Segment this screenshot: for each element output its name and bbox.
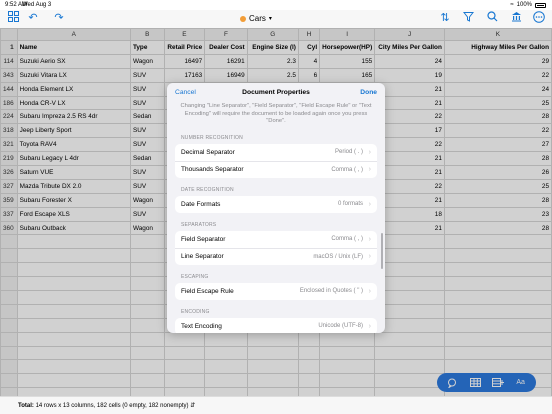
battery-icon [535,2,546,8]
toolbar: ↶ ↷ Cars ▾ ⇅ [0,10,552,28]
sort-icon[interactable]: ⇅ [438,11,452,25]
columns-icon[interactable] [509,11,523,25]
settings-group: Field Separator Comma ( , ) › Line Separato… [175,230,377,265]
settings-row-value: Comma ( , ) [331,236,363,242]
settings-group: Date Formats 0 formats › [175,195,377,213]
chevron-right-icon: › [368,235,371,243]
settings-row-value: 0 formats [337,201,363,207]
document-properties-dialog: Cancel Document Properties Done Changing… [167,83,385,333]
total-text: 14 rows x 13 columns, 182 cells (0 empty… [35,403,189,409]
chevron-right-icon: › [368,253,371,260]
filter-icon[interactable] [461,11,475,25]
status-date: Wed Aug 3 [22,2,52,8]
settings-row-label: Line Separator [181,253,224,260]
total-label: Total: [18,403,34,409]
wifi-icon: ≈ [510,2,514,8]
chevron-right-icon: › [368,148,371,156]
settings-group: Text Encoding Unicode (UTF-8) › [175,317,377,334]
section-label: NUMBER RECOGNITION [181,134,243,141]
settings-row-label: Decimal Separator [181,148,235,156]
dialog-header: Cancel Document Properties Done [167,83,385,101]
dialog-scrollbar[interactable] [381,233,383,269]
more-icon[interactable] [532,11,546,25]
settings-row[interactable]: Field Escape Rule Enclosed in Quotes ( " … [175,283,377,300]
document-title[interactable]: Cars ▾ [240,14,272,23]
search-icon[interactable] [485,11,499,25]
settings-row[interactable]: Decimal Separator Period ( . ) › [175,144,377,161]
status-right: ≈ 100% [510,2,546,8]
settings-row-value: Period ( . ) [334,149,363,155]
settings-row-label: Thousands Separator [181,166,244,173]
section-label: ESCAPING [181,273,209,280]
dialog-note: Changing "Line Separator", "Field Separa… [180,103,372,124]
done-button[interactable]: Done [360,89,377,96]
settings-row-label: Text Encoding [181,322,222,330]
settings-row-value: Enclosed in Quotes ( " ) [299,288,363,294]
chevron-right-icon: › [368,166,371,173]
document-title-text: Cars [249,14,266,23]
settings-row[interactable]: Text Encoding Unicode (UTF-8) › [175,318,377,334]
status-footer: Total: 14 rows x 13 columns, 182 cells (… [0,396,552,414]
chevron-updown-icon[interactable]: ⇵ [190,403,195,409]
battery-percent: 100% [516,2,532,8]
status-bar: 9:52 AM Wed Aug 3 ≈ 100% [0,0,552,10]
settings-group: Decimal Separator Period ( . ) › Thousands … [175,143,377,178]
chevron-right-icon: › [368,200,371,208]
dialog-title: Document Properties [242,89,310,96]
settings-row-label: Date Formats [181,200,221,208]
chevron-down-icon: ▾ [268,16,272,22]
grid-icon[interactable] [6,11,20,25]
document-color-dot [240,15,246,22]
settings-row-value: Unicode (UTF-8) [318,323,363,329]
chevron-right-icon: › [368,322,371,330]
chevron-right-icon: › [368,287,371,295]
settings-row-value: macOS / Unix (LF) [313,253,363,260]
settings-row[interactable]: Line Separator macOS / Unix (LF) › [175,247,377,265]
settings-row[interactable]: Field Separator Comma ( , ) › [175,231,377,248]
settings-row-label: Field Escape Rule [181,287,234,295]
settings-list: NUMBER RECOGNITION Decimal Separator Perio… [167,134,385,334]
settings-row[interactable]: Thousands Separator Comma ( , ) › [175,160,377,178]
redo-icon[interactable]: ↷ [52,11,66,25]
section-label: SEPARATORS [181,221,217,228]
settings-group: Field Escape Rule Enclosed in Quotes ( " … [175,282,377,300]
settings-row-value: Comma ( , ) [331,166,363,173]
section-label: ENCODING [181,308,210,315]
section-label: DATE RECOGNITION [181,186,234,193]
settings-row-label: Field Separator [181,235,226,243]
settings-row[interactable]: Date Formats 0 formats › [175,196,377,213]
undo-icon[interactable]: ↶ [26,11,40,25]
